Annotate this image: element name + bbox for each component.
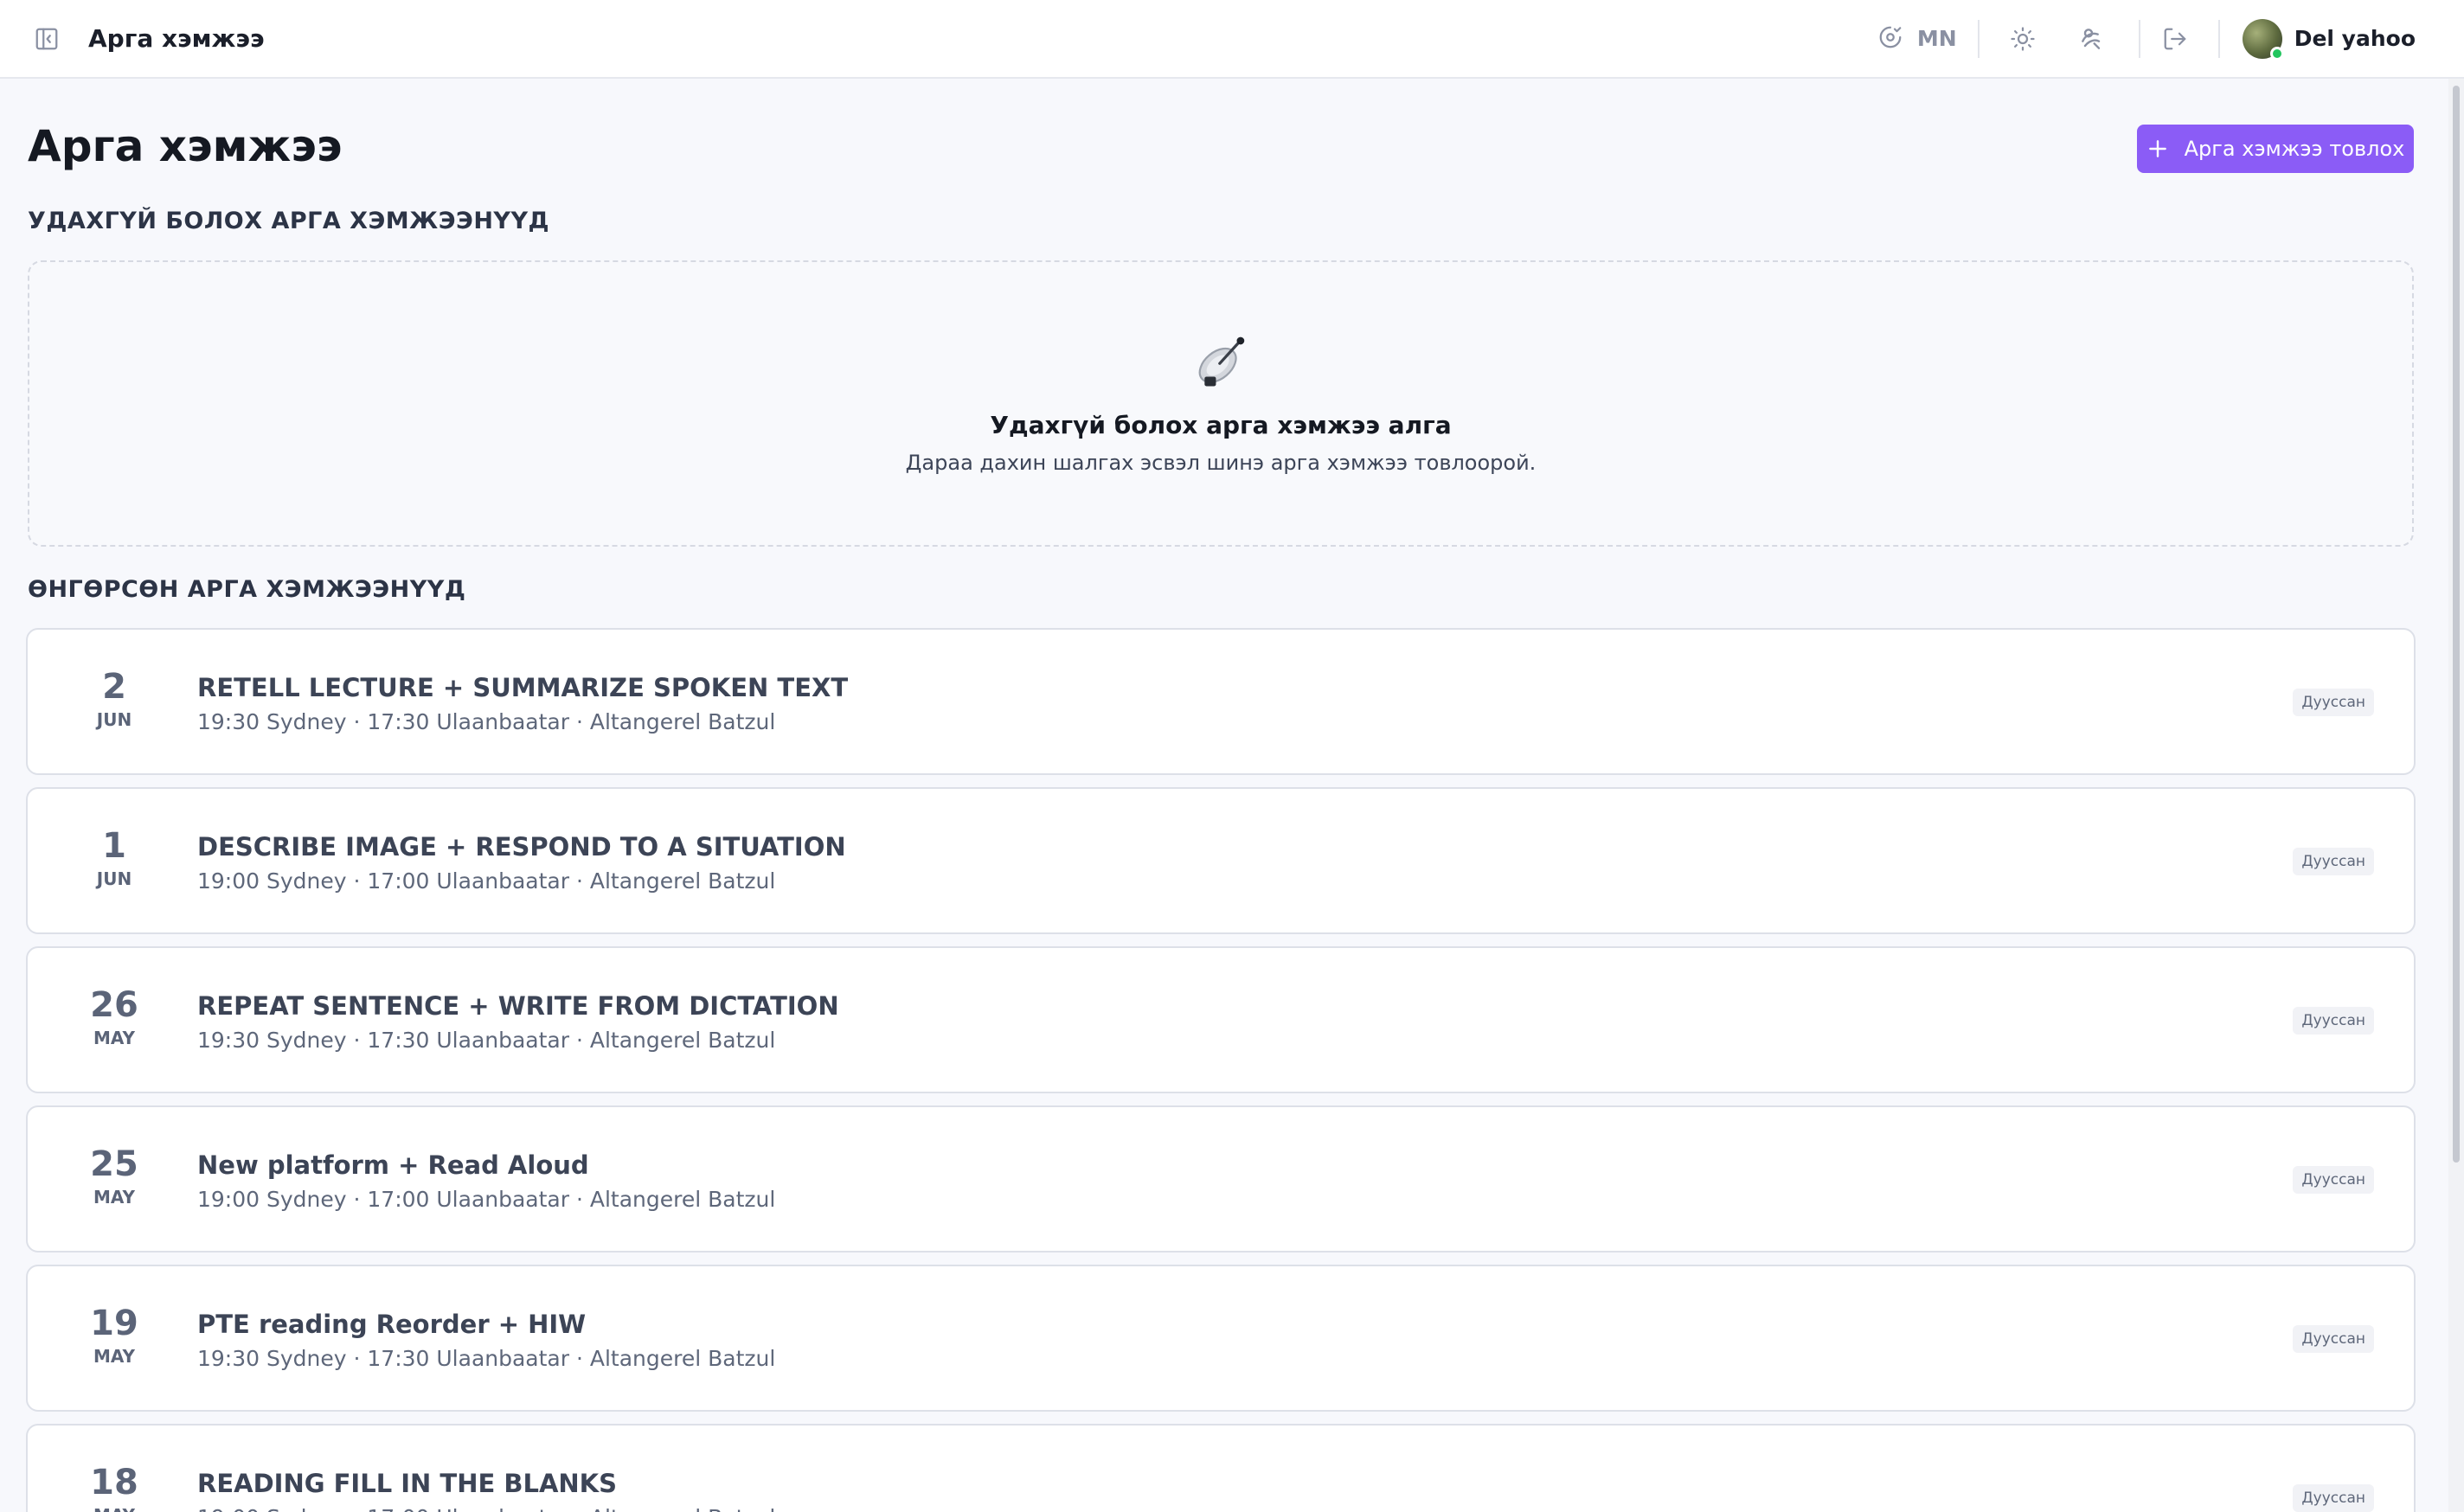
event-month: MAY (93, 1346, 135, 1367)
language-label: MN (1916, 26, 1957, 51)
event-meta: 19:00 Sydney · 17:00 Ulaanbaatar · Altan… (197, 1187, 776, 1212)
divider (1977, 19, 1980, 58)
sun-icon (2011, 26, 2035, 51)
palette-button[interactable] (2075, 22, 2109, 56)
event-month: MAY (62, 1505, 166, 1512)
app-title: Арга хэмжээ (88, 24, 265, 53)
page-title: Арга хэмжээ (28, 121, 343, 171)
event-month: MAY (93, 1028, 135, 1048)
scrollbar-thumb[interactable] (2453, 86, 2460, 1163)
logout-button[interactable] (2158, 22, 2192, 56)
divider (2138, 19, 2140, 58)
palette-icon (2081, 28, 2100, 49)
status-badge: Дууссан (2293, 689, 2374, 716)
status-badge: Дууссан (2293, 1325, 2374, 1353)
event-date: 25 MAY (62, 1147, 166, 1208)
event-row[interactable]: 26 MAY REPEAT SENTENCE + WRITE FROM DICT… (26, 946, 2416, 1093)
event-meta: 19:30 Sydney · 17:30 Ulaanbaatar · Altan… (197, 709, 776, 734)
event-date: 1 JUN (62, 829, 166, 889)
user-menu[interactable]: Del yahoo (2242, 18, 2416, 61)
empty-state-subtitle: Дараа дахин шалгах эсвэл шинэ арга хэмжэ… (905, 451, 1537, 475)
status-badge: Дууссан (2293, 1484, 2374, 1512)
event-month: JUN (96, 868, 132, 889)
event-date: 2 JUN (62, 670, 166, 730)
status-badge: Дууссан (2293, 1007, 2374, 1035)
event-row[interactable]: 1 JUN DESCRIBE IMAGE + RESPOND TO A SITU… (26, 787, 2416, 934)
schedule-event-label: Арга хэмжээ товлох (2184, 137, 2405, 161)
event-date: 19 MAY (62, 1306, 166, 1367)
divider (2217, 19, 2220, 58)
event-meta: 19:00 Sydney · 17:00 Ulaanbaatar · Altan… (197, 868, 776, 894)
upcoming-section-title: УДАХГҮЙ БОЛОХ АРГА ХЭМЖЭЭНҮҮД (28, 208, 550, 234)
status-badge: Дууссан (2293, 848, 2374, 875)
event-row[interactable]: 18 MAY READING FILL IN THE BLANKS 19:00 … (26, 1424, 2416, 1512)
upcoming-empty-state: Удахгүй болох арга хэмжээ алга Дараа дах… (28, 260, 2414, 547)
plus-icon (2148, 140, 2166, 157)
event-title: New platform + Read Aloud (197, 1150, 589, 1180)
logout-icon (2164, 28, 2186, 49)
event-meta: 19:30 Sydney · 17:30 Ulaanbaatar · Altan… (197, 1028, 776, 1053)
theme-toggle-button[interactable] (2005, 22, 2040, 56)
vertical-scrollbar[interactable] (2448, 79, 2464, 1512)
event-day: 25 (90, 1144, 138, 1184)
event-title: PTE reading Reorder + HIW (197, 1310, 587, 1339)
past-event-list: 2 JUN RETELL LECTURE + SUMMARIZE SPOKEN … (26, 628, 2416, 1512)
sidebar-collapse-icon[interactable] (31, 23, 62, 54)
schedule-event-button[interactable]: Арга хэмжээ товлох (2137, 125, 2414, 173)
top-bar: Арга хэмжээ MN Del yahoo (0, 0, 2464, 79)
event-row[interactable]: 19 MAY PTE reading Reorder + HIW 19:30 S… (26, 1265, 2416, 1412)
event-day: 2 (102, 667, 126, 707)
event-day: 26 (90, 985, 138, 1025)
event-title: RETELL LECTURE + SUMMARIZE SPOKEN TEXT (197, 673, 849, 702)
event-month: JUN (96, 709, 132, 730)
empty-state-title: Удахгүй болох арга хэмжээ алга (990, 411, 1452, 439)
language-switcher[interactable]: MN (1877, 24, 1957, 54)
satellite-dish-icon (1191, 331, 1252, 392)
event-month: MAY (93, 1187, 135, 1208)
language-icon (1877, 24, 1903, 54)
event-day: 18 (90, 1463, 138, 1502)
event-date: 18 MAY (62, 1465, 166, 1512)
event-date: 26 MAY (62, 988, 166, 1048)
event-meta: 19:30 Sydney · 17:30 Ulaanbaatar · Altan… (197, 1346, 776, 1371)
event-row[interactable]: 25 MAY New platform + Read Aloud 19:00 S… (26, 1105, 2416, 1253)
event-row[interactable]: 2 JUN RETELL LECTURE + SUMMARIZE SPOKEN … (26, 628, 2416, 775)
avatar[interactable] (2242, 18, 2284, 61)
event-day: 19 (90, 1304, 138, 1343)
event-title: READING FILL IN THE BLANKS (197, 1469, 618, 1498)
event-title: DESCRIBE IMAGE + RESPOND TO A SITUATION (197, 832, 846, 862)
online-status-dot (2269, 46, 2284, 61)
status-badge: Дууссан (2293, 1166, 2374, 1194)
event-meta: 19:00 Sydney · 17:00 Ulaanbaatar · Altan… (197, 1505, 775, 1512)
event-day: 1 (102, 826, 126, 866)
user-name: Del yahoo (2294, 26, 2416, 51)
top-bar-right: MN Del yahoo (1877, 0, 2416, 77)
event-title: REPEAT SENTENCE + WRITE FROM DICTATION (197, 991, 839, 1021)
top-bar-left: Арга хэмжээ (31, 0, 265, 77)
past-section-title: ӨНГӨРСӨН АРГА ХЭМЖЭЭНҮҮД (28, 576, 466, 603)
